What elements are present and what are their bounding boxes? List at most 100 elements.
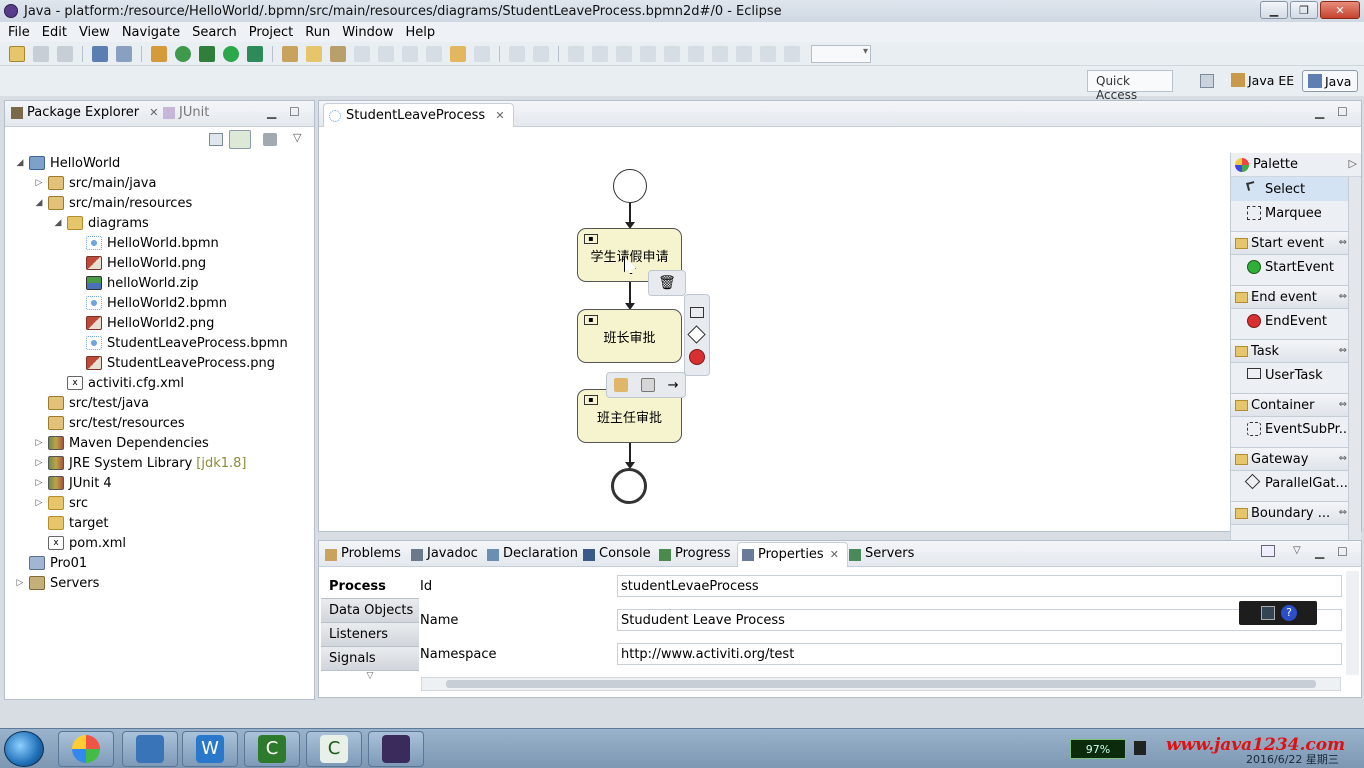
annotation-prev-icon[interactable]	[378, 45, 394, 62]
tree-item-pro01[interactable]: Pro01	[15, 553, 87, 573]
palette-drawer-end-event[interactable]: ⇔ End event	[1231, 285, 1349, 309]
menu-navigate[interactable]: Navigate	[116, 25, 186, 40]
namespace-field[interactable]: http://www.activiti.org/test	[617, 643, 1342, 665]
tab-javadoc[interactable]: Javadoc	[409, 546, 478, 561]
horizontal-scrollbar[interactable]	[421, 677, 1341, 691]
palette-item-eventsubpr[interactable]: EventSubPr...	[1231, 417, 1349, 441]
tab-student-leave-process[interactable]: StudentLeaveProcess ✕	[323, 103, 514, 127]
back-icon[interactable]	[402, 45, 418, 62]
text-annotation-icon[interactable]	[640, 378, 655, 392]
maximize-view-icon[interactable]: ☐	[1337, 545, 1348, 559]
palette-collapse-icon[interactable]: ▷	[1349, 157, 1357, 170]
tab-package-explorer[interactable]: Package Explorer ✕	[9, 105, 159, 120]
annotation-next-icon[interactable]	[354, 45, 370, 62]
close-tab-icon[interactable]: ✕	[830, 548, 839, 561]
menu-edit[interactable]: Edit	[36, 25, 73, 40]
tab-problems[interactable]: Problems	[323, 546, 401, 561]
tree-item-activiti-cfg-xml[interactable]: x activiti.cfg.xml	[53, 373, 184, 393]
menu-search[interactable]: Search	[186, 25, 243, 40]
expanded-twisty-icon[interactable]: ◢	[34, 198, 44, 208]
taskbar-app-camtasia-recorder[interactable]: C	[306, 731, 362, 767]
drawer-pin-icon[interactable]: ⇔	[1339, 453, 1347, 464]
palette-drawer-gateway[interactable]: ⇔ Gateway	[1231, 447, 1349, 471]
link-with-editor-icon[interactable]	[229, 130, 251, 149]
align-center-icon[interactable]	[592, 45, 608, 62]
start-button[interactable]	[4, 731, 44, 767]
menu-file[interactable]: File	[2, 25, 36, 40]
menu-view[interactable]: View	[73, 25, 116, 40]
maximize-view-icon[interactable]: ☐	[289, 105, 300, 119]
palette-drawer-start-event[interactable]: ⇔ Start event	[1231, 231, 1349, 255]
collapsed-twisty-icon[interactable]: ▷	[15, 578, 25, 588]
tree-item-helloworld-zip[interactable]: helloWorld.zip	[72, 273, 199, 293]
id-field[interactable]: studentLevaeProcess	[617, 575, 1342, 597]
match-height-icon[interactable]	[736, 45, 752, 62]
minimize-view-icon[interactable]: ▁	[1315, 545, 1324, 559]
zoom-in-icon[interactable]	[760, 45, 776, 62]
start-event[interactable]	[613, 169, 647, 203]
debug-icon[interactable]	[199, 45, 215, 62]
align-left-icon[interactable]	[568, 45, 584, 62]
category-data-objects[interactable]: Data Objects	[321, 599, 419, 623]
external-tools-icon[interactable]	[247, 45, 263, 62]
tab-progress[interactable]: Progress	[657, 546, 730, 561]
terminal-icon[interactable]	[92, 45, 108, 62]
align-bottom-icon[interactable]	[688, 45, 704, 62]
palette-item-select[interactable]: Select	[1231, 177, 1349, 201]
sequence-flow[interactable]	[625, 282, 635, 310]
java-ee-perspective[interactable]: Java EE	[1226, 70, 1300, 92]
new-server-icon[interactable]	[151, 45, 167, 62]
maximize-button[interactable]: ❐	[1290, 1, 1318, 19]
tab-servers[interactable]: Servers	[847, 546, 914, 561]
tree-item-src-test-java[interactable]: src/test/java	[34, 393, 149, 413]
palette-drawer-boundary[interactable]: ⇔ Boundary ...	[1231, 501, 1349, 525]
diagram-canvas[interactable]: ▪ 学生请假申请 ▪ 班长审批 ▪ 班主任审批 Palette ▷ Select…	[319, 127, 1361, 557]
zoom-out-icon[interactable]	[784, 45, 800, 62]
name-field[interactable]: Stududent Leave Process	[617, 609, 1342, 631]
end-event[interactable]	[611, 468, 647, 504]
drawer-pin-icon[interactable]: ⇔	[1339, 291, 1347, 302]
sequence-flow[interactable]	[625, 443, 635, 469]
category-listeners[interactable]: Listeners	[321, 623, 419, 647]
tree-item-studentleaveprocess-bpmn[interactable]: StudentLeaveProcess.bpmn	[72, 333, 288, 353]
collapse-all-icon[interactable]	[209, 133, 223, 146]
scrollbar-thumb[interactable]	[446, 680, 1316, 688]
align-right-icon[interactable]	[616, 45, 632, 62]
delete-icon[interactable]: 🗑	[658, 275, 676, 291]
tab-declaration[interactable]: Declaration	[485, 546, 578, 561]
maximize-editor-icon[interactable]: ☐	[1337, 105, 1348, 119]
tree-item-src-test-resources[interactable]: src/test/resources	[34, 413, 185, 433]
close-button[interactable]: ✕	[1320, 1, 1360, 19]
minimize-editor-icon[interactable]: ▁	[1315, 105, 1324, 119]
tree-item-helloworld2-bpmn[interactable]: HelloWorld2.bpmn	[72, 293, 227, 313]
pin-icon[interactable]	[1261, 545, 1275, 557]
minimize-button[interactable]: ▁	[1260, 1, 1288, 19]
palette-item-usertask[interactable]: UserTask	[1231, 363, 1349, 387]
edit-icon[interactable]	[330, 45, 346, 62]
palette-scrollbar[interactable]	[1348, 177, 1361, 557]
save-all-icon[interactable]	[57, 45, 73, 62]
context-pad-delete[interactable]: 🗑	[648, 270, 686, 296]
taskbar-app-camtasia[interactable]: C	[244, 731, 300, 767]
tab-junit[interactable]: JUnit	[161, 105, 209, 120]
palette-item-startevent[interactable]: StartEvent	[1231, 255, 1349, 279]
collapsed-twisty-icon[interactable]: ▷	[34, 178, 44, 188]
undo-icon[interactable]	[450, 45, 466, 62]
open-folder-icon[interactable]	[306, 45, 322, 62]
tree-item-junit-4[interactable]: ▷ JUnit 4	[34, 473, 112, 493]
categories-scroll-down-icon[interactable]: ▽	[321, 671, 419, 685]
menu-project[interactable]: Project	[243, 25, 299, 40]
tree-item-diagrams[interactable]: ◢ diagrams	[53, 213, 149, 233]
skip-breakpoints-icon[interactable]	[116, 45, 132, 62]
minimize-view-icon[interactable]: ▁	[267, 105, 276, 119]
expanded-twisty-icon[interactable]: ◢	[15, 158, 25, 168]
zoom-combo[interactable]	[811, 44, 871, 63]
palette-drawer-task[interactable]: ⇔ Task	[1231, 339, 1349, 363]
save-icon[interactable]	[33, 45, 49, 62]
edit-annotation-icon[interactable]	[613, 378, 628, 392]
refresh-icon[interactable]	[175, 45, 191, 62]
drawer-pin-icon[interactable]: ⇔	[1339, 399, 1347, 410]
view-menu-icon[interactable]: ▽	[1293, 545, 1301, 556]
taskbar-app-eclipse[interactable]	[368, 731, 424, 767]
menu-help[interactable]: Help	[399, 25, 441, 40]
